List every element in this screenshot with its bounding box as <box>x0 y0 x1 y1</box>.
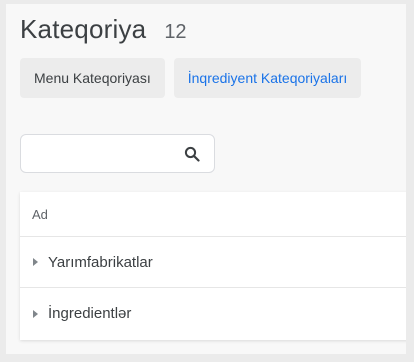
search-box <box>20 134 215 173</box>
tab-inqrediyent-kateqoriyalari[interactable]: İnqrediyent Kateqoriyaları <box>173 58 362 98</box>
table-row[interactable]: İngredientlər <box>20 288 406 339</box>
title-row: Kateqoriya 12 <box>20 14 187 45</box>
page: Kateqoriya 12 Menu Kateqoriyası İnqrediy… <box>6 4 406 354</box>
category-table: Ad Yarımfabrikatlar İngredientlər <box>20 192 406 340</box>
chevron-right-icon[interactable] <box>33 309 38 318</box>
tab-bar: Menu Kateqoriyası İnqrediyent Kateqoriya… <box>20 58 362 98</box>
page-title: Kateqoriya <box>20 14 147 44</box>
tab-menu-kateqoriyasi[interactable]: Menu Kateqoriyası <box>20 58 165 98</box>
row-label: İngredientlər <box>48 305 132 322</box>
chevron-right-icon[interactable] <box>33 258 38 266</box>
table-row[interactable]: Yarımfabrikatlar <box>20 237 406 288</box>
count-badge: 12 <box>164 21 187 43</box>
search-icon[interactable] <box>184 146 200 162</box>
row-label: Yarımfabrikatlar <box>48 253 153 271</box>
search-input[interactable] <box>29 141 179 166</box>
column-header-ad: Ad <box>20 192 406 237</box>
